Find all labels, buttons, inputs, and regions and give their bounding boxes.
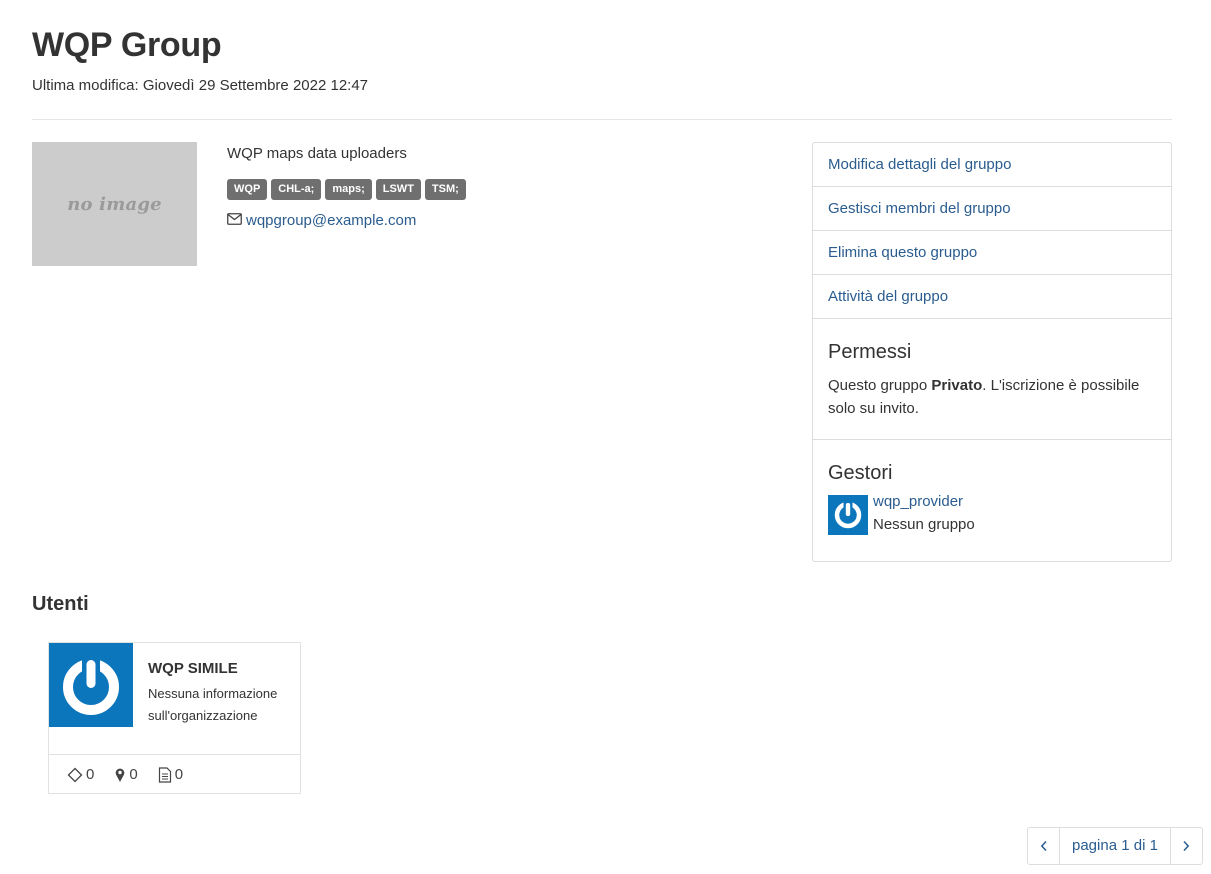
group-email: wqpgroup@example.com (227, 212, 416, 229)
manager-username-link[interactable]: wqp_provider (873, 490, 975, 513)
tag-chl-a[interactable]: CHL-a; (271, 179, 322, 200)
group-image: no image (32, 142, 197, 266)
permissions-section: Permessi Questo gruppo Privato. L'iscriz… (813, 319, 1171, 440)
user-stats: 0 0 0 (49, 754, 300, 794)
group-activity-link[interactable]: Attività del gruppo (813, 275, 1171, 319)
avatar[interactable] (828, 495, 868, 535)
page-indicator: pagina 1 di 1 (1059, 828, 1171, 864)
tag-tsm[interactable]: TSM; (424, 179, 466, 200)
group-sidebar: Modifica dettagli del gruppo Gestisci me… (812, 142, 1172, 562)
delete-group-link[interactable]: Elimina questo gruppo (813, 231, 1171, 275)
chevron-right-icon (1183, 840, 1190, 852)
manage-group-members-link[interactable]: Gestisci membri del gruppo (813, 187, 1171, 231)
users-title: Utenti (32, 593, 89, 615)
tag-lswt[interactable]: LSWT (375, 179, 421, 200)
no-image-placeholder: no image (67, 193, 162, 215)
next-page-button[interactable] (1171, 828, 1202, 864)
last-modified: Ultima modifica: Giovedì 29 Settembre 20… (32, 77, 369, 94)
tag-maps[interactable]: maps; (325, 179, 372, 200)
manager-item: wqp_provider Nessun gruppo (828, 493, 1156, 536)
managers-section: Gestori wqp_provider Nessun gruppo (813, 440, 1171, 536)
documents-stat: 0 (158, 766, 183, 783)
permissions-title: Permessi (828, 341, 912, 363)
permissions-text: Questo gruppo Privato. L'iscrizione è po… (828, 377, 1140, 417)
managers-title: Gestori (828, 462, 893, 484)
group-description: WQP maps data uploaders (227, 145, 407, 162)
map-marker-icon (116, 768, 125, 782)
previous-page-button[interactable] (1028, 828, 1059, 864)
tag-list: WQP CHL-a; maps; LSWT TSM; (227, 179, 466, 200)
edit-group-details-link[interactable]: Modifica dettagli del gruppo (813, 143, 1171, 187)
manager-group: Nessun gruppo (873, 516, 975, 533)
chevron-left-icon (1040, 840, 1047, 852)
avatar[interactable] (49, 643, 133, 727)
diamond-icon (67, 767, 83, 782)
privacy-level: Privato (931, 377, 983, 394)
user-name[interactable]: WQP SIMILE (148, 660, 238, 677)
power-icon (834, 500, 862, 529)
power-icon (63, 656, 119, 715)
resources-stat: 0 (67, 766, 94, 783)
document-icon (158, 766, 171, 783)
user-card[interactable]: WQP SIMILE Nessuna informazione sull'org… (48, 642, 301, 794)
maps-stat: 0 (114, 766, 138, 783)
envelope-icon (227, 212, 242, 229)
divider (32, 119, 1172, 120)
user-organization: Nessuna informazione sull'organizzazione (148, 686, 278, 723)
tag-wqp[interactable]: WQP (227, 179, 268, 200)
pagination: pagina 1 di 1 (1027, 827, 1203, 865)
page-title: WQP Group (32, 26, 222, 64)
email-link[interactable]: wqpgroup@example.com (246, 212, 416, 229)
